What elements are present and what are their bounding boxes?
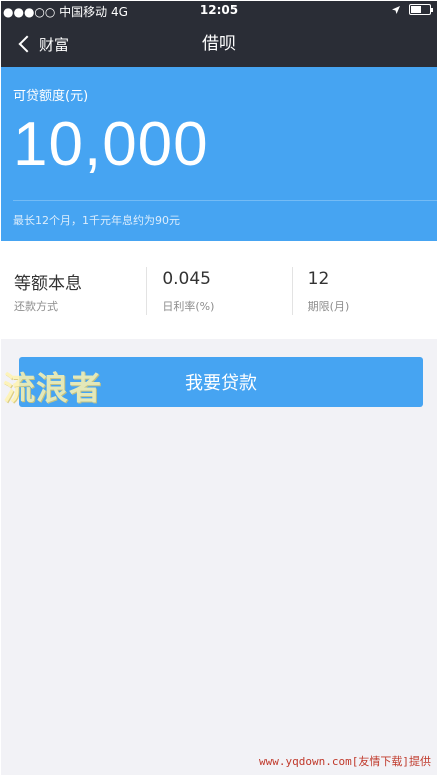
back-button[interactable]: 财富 (15, 21, 69, 67)
term-value: 12 (307, 269, 330, 289)
loan-interest-note: 最长12个月，1千元年息约为90元 (13, 214, 180, 227)
term-daily-rate: 0.045 日利率(%) (146, 241, 291, 339)
location-arrow-icon (392, 5, 400, 14)
status-right-icons (391, 4, 433, 15)
term-caption: 期限(月) (307, 300, 350, 313)
footer-credit: www.yqdown.com[友情下载]提供 (259, 755, 431, 768)
term-caption: 日利率(%) (162, 300, 215, 313)
loan-limit-label: 可贷额度(元) (13, 89, 89, 104)
back-button-label: 财富 (39, 35, 70, 54)
term-repayment-method: 等额本息 还款方式 (1, 241, 146, 339)
term-value: 0.045 (162, 269, 211, 289)
chevron-left-icon (18, 35, 36, 53)
loan-limit-amount: 10,000 (13, 110, 209, 179)
battery-icon (409, 4, 433, 15)
status-time: 12:05 (199, 3, 239, 17)
loan-terms: 等额本息 还款方式 0.045 日利率(%) 12 期限(月) (1, 241, 437, 339)
nav-bar: 借呗 财富 (1, 21, 437, 67)
status-bar: ●●●○○ 中国移动 4G 12:05 (1, 1, 437, 21)
term-duration: 12 期限(月) (291, 241, 437, 339)
term-caption: 还款方式 (14, 300, 58, 313)
watermark: 流浪者 (3, 369, 103, 407)
term-value: 等额本息 (14, 274, 82, 294)
battery-fill (411, 6, 421, 13)
loan-limit-card: 可贷额度(元) 10,000 最长12个月，1千元年息约为90元 (1, 67, 437, 241)
phone-screen: ●●●○○ 中国移动 4G 12:05 借呗 财富 可贷额度(元) 10,000… (1, 1, 437, 775)
card-divider (13, 200, 437, 201)
